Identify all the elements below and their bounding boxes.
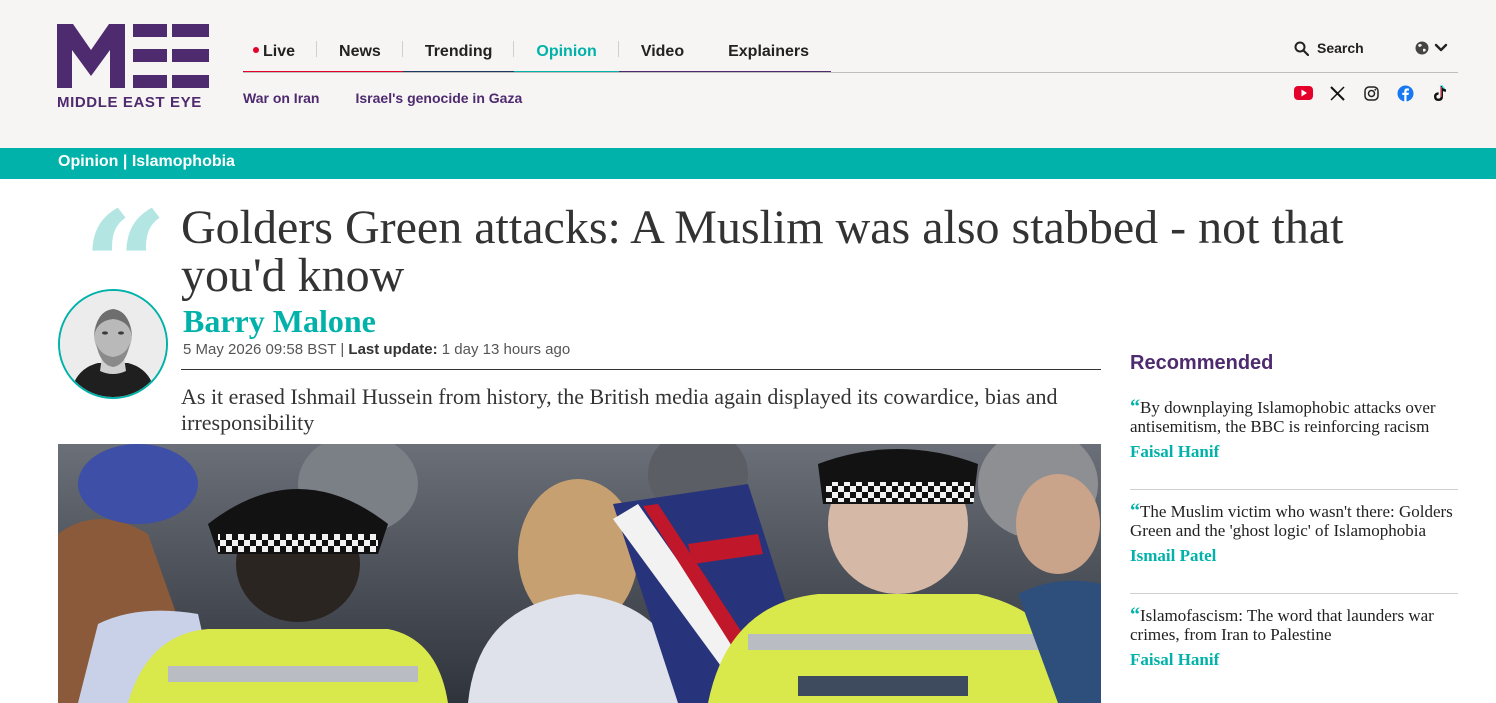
- recommended-heading: Recommended: [1130, 352, 1274, 374]
- nav-opinion-label: Opinion: [536, 42, 597, 60]
- sub-navigation: War on Iran Israel's genocide in Gaza: [243, 90, 522, 106]
- recommended-divider: [1130, 593, 1458, 594]
- nav-trending-label: Trending: [424, 42, 493, 60]
- search-button[interactable]: Search: [1294, 40, 1364, 56]
- last-update-value: 1 day 13 hours ago: [441, 341, 571, 358]
- nav-rule: [243, 72, 1458, 73]
- x-icon[interactable]: [1327, 83, 1347, 103]
- subnav-war-on-iran[interactable]: War on Iran: [243, 90, 320, 106]
- instagram-icon[interactable]: [1361, 83, 1381, 103]
- breadcrumb-topic[interactable]: Islamophobia: [132, 153, 235, 170]
- section-breadcrumb-bar: Opinion | Islamophobia: [0, 148, 1496, 179]
- nav-video-label: Video: [640, 42, 685, 60]
- chevron-down-icon: [1434, 43, 1448, 52]
- nav-opinion[interactable]: Opinion: [514, 30, 619, 73]
- breadcrumb: Opinion | Islamophobia: [58, 153, 235, 171]
- recommended-headline[interactable]: “Islamofascism: The word that launders w…: [1130, 604, 1458, 644]
- main-navigation: Live News Trending Opinion Video Explain…: [243, 30, 832, 73]
- recommended-item[interactable]: “By downplaying Islamophobic attacks ove…: [1130, 396, 1458, 462]
- nav-trending[interactable]: Trending: [402, 30, 515, 73]
- edition-selector[interactable]: [1414, 40, 1448, 56]
- subnav-gaza[interactable]: Israel's genocide in Gaza: [356, 90, 523, 106]
- recommended-headline[interactable]: “The Muslim victim who wasn't there: Gol…: [1130, 500, 1458, 540]
- recommended-author[interactable]: Faisal Hanif: [1130, 442, 1458, 462]
- search-label: Search: [1317, 40, 1364, 56]
- recommended-item[interactable]: “Islamofascism: The word that launders w…: [1130, 604, 1458, 670]
- nav-live-label: Live: [263, 42, 296, 60]
- quote-icon: “: [1130, 396, 1140, 418]
- mee-logo-mark: [57, 24, 209, 88]
- author-avatar[interactable]: [58, 289, 168, 399]
- author-name[interactable]: Barry Malone: [183, 303, 376, 340]
- nav-explainers-label: Explainers: [728, 42, 810, 60]
- article-standfirst: As it erased Ishmail Hussein from histor…: [181, 384, 1058, 435]
- recommended-headline-text: By downplaying Islamophobic attacks over…: [1130, 398, 1436, 436]
- recommended-divider: [1130, 489, 1458, 490]
- publish-date: 5 May 2026 09:58 BST: [183, 341, 337, 358]
- article-headline: Golders Green attacks: A Muslim was also…: [181, 201, 1344, 302]
- meta-divider: [181, 369, 1101, 370]
- article-meta: 5 May 2026 09:58 BST | Last update: 1 da…: [183, 341, 571, 358]
- nav-video[interactable]: Video: [618, 30, 707, 73]
- logo-wordmark: MIDDLE EAST EYE: [57, 94, 202, 111]
- live-indicator-icon: [253, 46, 259, 53]
- nav-live[interactable]: Live: [243, 30, 318, 73]
- nav-news-label: News: [339, 42, 381, 60]
- recommended-headline-text: Islamofascism: The word that launders wa…: [1130, 606, 1434, 644]
- author-portrait: [60, 291, 166, 397]
- quote-icon: “: [1130, 604, 1140, 626]
- youtube-icon[interactable]: [1293, 83, 1313, 103]
- search-icon: [1294, 41, 1309, 56]
- breadcrumb-section[interactable]: Opinion: [58, 153, 118, 170]
- recommended-headline-text: The Muslim victim who wasn't there: Gold…: [1130, 502, 1453, 540]
- nav-explainers[interactable]: Explainers: [706, 30, 832, 73]
- tiktok-icon[interactable]: [1429, 83, 1449, 103]
- breadcrumb-separator: |: [122, 153, 128, 170]
- facebook-icon[interactable]: [1395, 83, 1415, 103]
- recommended-author[interactable]: Ismail Patel: [1130, 546, 1458, 566]
- site-logo[interactable]: MIDDLE EAST EYE: [57, 24, 209, 114]
- recommended-author[interactable]: Faisal Hanif: [1130, 650, 1458, 670]
- hero-image: [58, 444, 1101, 703]
- recommended-item[interactable]: “The Muslim victim who wasn't there: Gol…: [1130, 500, 1458, 566]
- recommended-headline[interactable]: “By downplaying Islamophobic attacks ove…: [1130, 396, 1458, 436]
- last-update-label: Last update:: [348, 341, 438, 358]
- nav-news[interactable]: News: [317, 30, 403, 73]
- hero-photo: [58, 444, 1101, 703]
- social-links: [1293, 83, 1449, 103]
- quote-icon: “: [1130, 500, 1140, 522]
- globe-icon: [1415, 41, 1429, 55]
- site-header: MIDDLE EAST EYE Live News Trending Opini…: [0, 0, 1496, 148]
